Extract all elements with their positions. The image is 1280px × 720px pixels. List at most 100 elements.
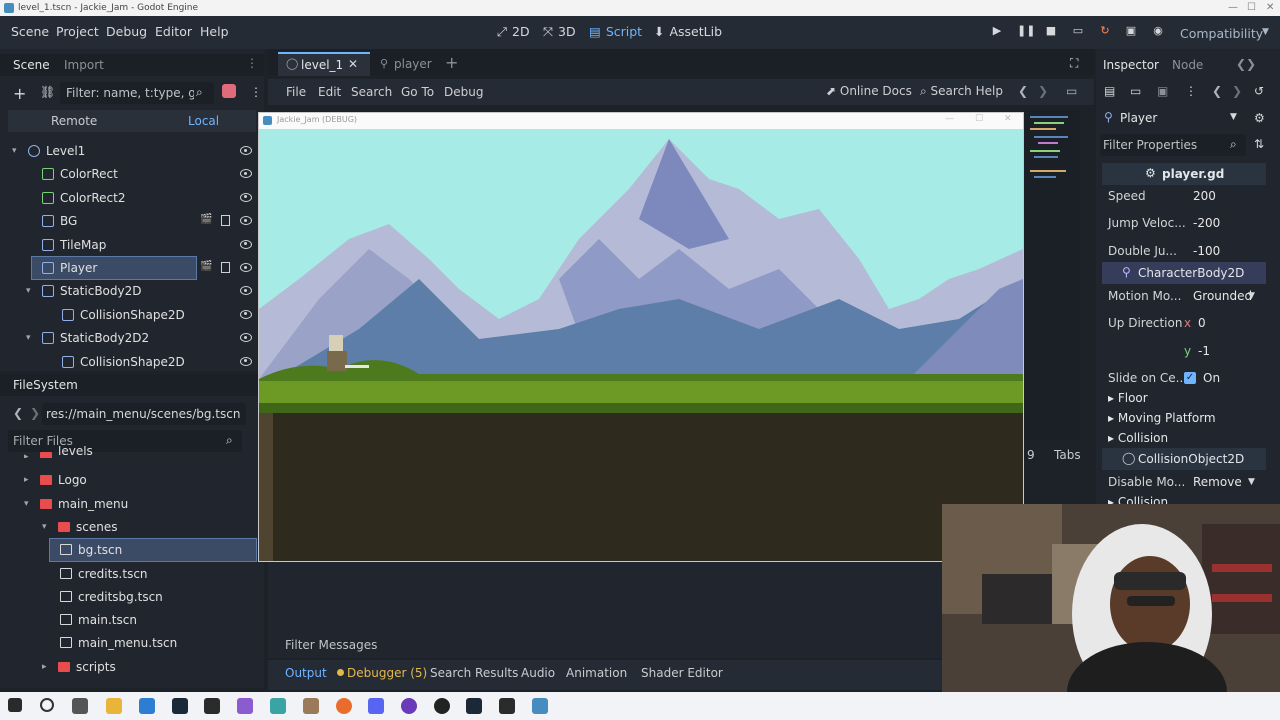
app-icon-6[interactable] [466, 698, 482, 714]
folder-item[interactable]: ▸ scripts [10, 656, 256, 678]
slide-checkbox[interactable]: ✓ [1184, 372, 1196, 384]
section-floor[interactable]: ▸ Floor [1102, 388, 1266, 408]
folder-item[interactable]: ▸ Logo [10, 469, 256, 491]
close-window-icon[interactable]: ✕ [1004, 114, 1012, 124]
tab-debugger[interactable]: Debugger (5) [347, 666, 427, 680]
tab-level-1[interactable]: ◯ level_1 ✕ [278, 52, 370, 76]
app-icon-2[interactable] [237, 698, 253, 714]
toggle-panel-icon[interactable]: ▭ [1066, 84, 1077, 98]
up-y-field[interactable]: -1 [1198, 338, 1210, 364]
tab-inspector[interactable]: Inspector [1103, 58, 1159, 72]
scene-node-color-rect2[interactable]: ColorRect2 [8, 187, 256, 209]
expand-icon[interactable]: ▾ [42, 516, 47, 538]
reload-icon[interactable]: ↻ [1098, 24, 1112, 38]
game-viewport[interactable] [259, 129, 1023, 561]
scene-node-tilemap[interactable]: TileMap [8, 234, 256, 256]
filter-options-icon[interactable]: ⇅ [1254, 137, 1264, 151]
local-button[interactable]: Local [188, 114, 219, 128]
fullscreen-icon[interactable]: ⛶ [1070, 56, 1078, 71]
collision-object-section[interactable]: ◯ CollisionObject2D [1102, 448, 1266, 470]
dock-menu-icon[interactable]: ⋮ [246, 56, 258, 70]
forward-icon[interactable]: ❯ [30, 406, 40, 420]
scene-filter-input[interactable]: Filter: name, t:type, g:group ⌕ [60, 82, 214, 104]
movie-icon[interactable]: ▣ [1124, 24, 1138, 38]
class-section[interactable]: ⚲ CharacterBody2D [1102, 262, 1266, 284]
scene-node-bg[interactable]: BG [8, 210, 256, 232]
tab-import[interactable]: Import [64, 58, 104, 72]
tab-search-results[interactable]: Search Results [430, 666, 518, 680]
tab-animation[interactable]: Animation [566, 666, 627, 680]
obs-icon[interactable] [401, 698, 417, 714]
prop-value-field[interactable]: -100 [1193, 238, 1220, 264]
history-forward-icon[interactable]: ❯ [1232, 84, 1242, 98]
browser-icon[interactable] [336, 698, 352, 714]
folder-item[interactable]: ▸ levels [10, 446, 256, 458]
node-selector[interactable]: ⚲ Player ▼ [1100, 107, 1248, 129]
menu-scene[interactable]: Scene [11, 24, 49, 39]
remote-debug-icon[interactable]: ◉ [1151, 24, 1165, 38]
scene-node-static-body-2d[interactable]: ▾ StaticBody2D [8, 280, 256, 302]
search-help-button[interactable]: ⌕ Search Help [920, 84, 1003, 99]
filter-properties-input[interactable]: Filter Properties ⌕ [1100, 134, 1246, 156]
script-section[interactable]: ⚙ player.gd [1102, 163, 1266, 185]
scene-node-static-body-2d2[interactable]: ▾ StaticBody2D2 [8, 327, 256, 349]
tab-node[interactable]: Node [1172, 58, 1203, 72]
minimize-icon[interactable]: — [945, 114, 954, 124]
stop-icon[interactable]: ■ [1044, 24, 1058, 38]
history-icon[interactable]: ↺ [1254, 84, 1264, 98]
visibility-eye-icon[interactable] [240, 146, 252, 155]
script-attach-icon[interactable] [222, 84, 236, 98]
save-resource-icon[interactable]: ▣ [1157, 84, 1168, 98]
file-item[interactable]: main.tscn [10, 609, 256, 631]
expand-icon[interactable]: ▾ [26, 327, 36, 349]
new-resource-icon[interactable]: ▤ [1104, 84, 1115, 98]
back-icon[interactable]: ❮ [13, 406, 23, 420]
add-tab-icon[interactable]: + [445, 53, 458, 72]
filter-messages-input[interactable]: Filter Messages [278, 636, 938, 654]
discord-icon[interactable] [368, 698, 384, 714]
indent-mode[interactable]: Tabs [1054, 448, 1081, 462]
workspace-2d[interactable]: ⤢ 2D [497, 24, 530, 40]
close-window-icon[interactable]: ✕ [1266, 0, 1274, 16]
scene-node-collision-shape-2d[interactable]: CollisionShape2D [8, 304, 256, 326]
file-item[interactable]: bg.tscn [49, 538, 257, 563]
pause-icon[interactable]: ❚❚ [1017, 24, 1035, 38]
app-icon-3[interactable] [270, 698, 286, 714]
script-menu-edit[interactable]: Edit [318, 85, 341, 99]
menu-debug[interactable]: Debug [106, 24, 147, 39]
workspace-3d[interactable]: ⤧ 3D [543, 24, 576, 40]
task-view-icon[interactable] [72, 698, 88, 714]
play-icon[interactable]: ▶ [990, 24, 1004, 38]
menu-help[interactable]: Help [200, 24, 229, 39]
folder-item[interactable]: ▾ scenes [10, 516, 256, 538]
expand-icon[interactable]: ▸ [42, 656, 47, 678]
path-field[interactable]: res://main_menu/scenes/bg.tscn [42, 403, 246, 425]
expand-icon[interactable]: ▾ [12, 140, 22, 162]
file-item[interactable]: creditsbg.tscn [10, 586, 256, 608]
taskbar-search-icon[interactable] [40, 698, 54, 712]
workspace-assetlib[interactable]: ⬇ AssetLib [654, 24, 722, 39]
app-icon-1[interactable] [139, 698, 155, 714]
prop-value-field[interactable]: -200 [1193, 210, 1220, 236]
link-icon[interactable]: ⛓ [40, 85, 55, 99]
minimize-icon[interactable]: — [1228, 0, 1238, 16]
app-icon-4[interactable] [303, 698, 319, 714]
disable-mode-select[interactable]: Remove [1193, 469, 1242, 495]
renderer-selector[interactable]: Compatibility [1180, 26, 1263, 41]
tab-scene[interactable]: Scene [13, 58, 50, 72]
visibility-eye-icon[interactable] [240, 239, 252, 249]
prev-script-icon[interactable]: ❮ [1018, 84, 1028, 98]
script-menu-debug[interactable]: Debug [444, 85, 483, 99]
play-scene-icon[interactable]: ▭ [1071, 24, 1085, 38]
file-item[interactable]: credits.tscn [10, 563, 256, 585]
menu-editor[interactable]: Editor [155, 24, 192, 39]
filesystem-title[interactable]: FileSystem [13, 378, 78, 392]
visibility-eye-icon[interactable] [240, 309, 252, 319]
steam-icon[interactable] [172, 698, 188, 714]
section-collision[interactable]: ▸ Collision [1102, 428, 1266, 448]
app-icon-7[interactable] [499, 698, 515, 714]
visibility-eye-icon[interactable] [240, 356, 252, 366]
maximize-icon[interactable]: ☐ [1247, 0, 1256, 16]
open-resource-icon[interactable]: ▭ [1130, 84, 1141, 98]
script-icon[interactable] [221, 262, 230, 273]
